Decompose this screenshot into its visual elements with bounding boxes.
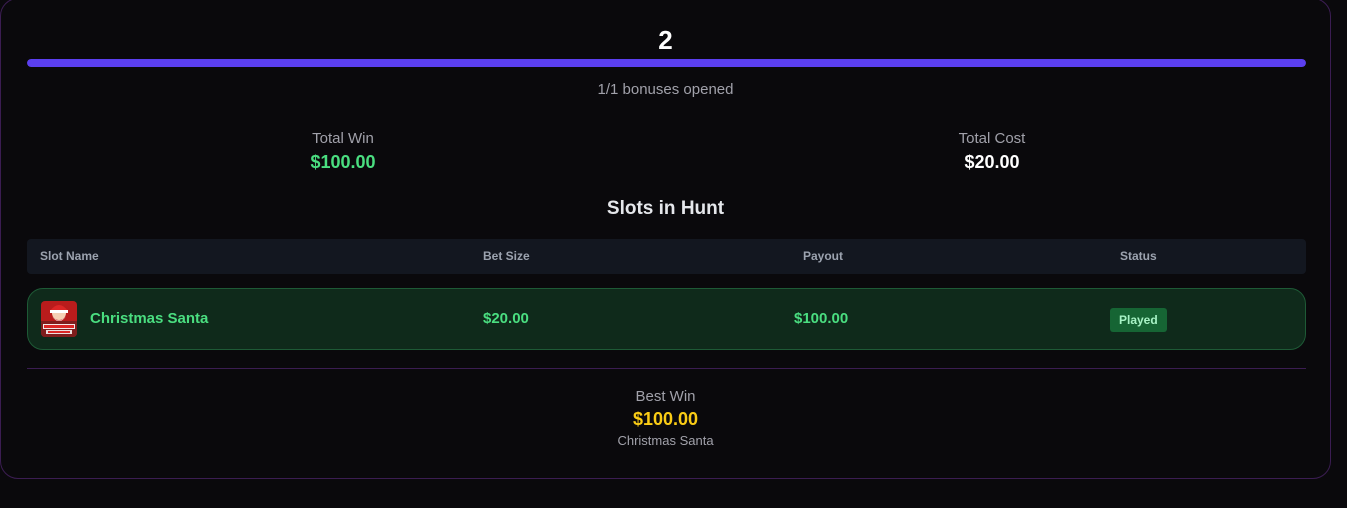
best-win-summary: Best Win $100.00 Christmas Santa [1,387,1330,451]
total-win-stat: Total Win $100.00 [193,129,493,174]
best-win-value: $100.00 [632,409,699,429]
best-win-slot-name: Christmas Santa [617,433,714,448]
table-row[interactable]: Christmas Santa $20.00 $100.00 Played [27,288,1306,350]
best-win-label: Best Win [635,388,696,405]
bonuses-opened-text: 1/1 bonuses opened [597,81,734,98]
total-cost-value: $20.00 [964,152,1020,172]
total-win-label: Total Win [312,130,374,147]
total-cost-label: Total Cost [958,130,1026,147]
column-header-payout: Payout [803,249,844,263]
slots-table-header: Slot Name Bet Size Payout Status [27,239,1306,274]
column-header-slot-name: Slot Name [40,249,99,263]
hunt-count: 2 [658,25,673,55]
column-header-status: Status [1120,249,1157,263]
slots-section-title: Slots in Hunt [606,198,725,219]
bonus-progress-fill [27,59,1306,67]
bonus-progress-bar [27,59,1306,67]
section-divider [27,368,1306,369]
total-cost-stat: Total Cost $20.00 [842,129,1142,174]
column-header-bet-size: Bet Size [483,249,530,263]
christmas-santa-slot-thumbnail [41,301,77,337]
bonus-hunt-card: 2 1/1 bonuses opened Total Win $100.00 T… [0,0,1331,479]
bet-size-cell: $20.00 [483,310,529,327]
total-win-value: $100.00 [310,152,376,172]
slot-name-cell: Christmas Santa [90,310,209,327]
status-badge: Played [1110,308,1167,332]
payout-cell: $100.00 [794,310,849,327]
